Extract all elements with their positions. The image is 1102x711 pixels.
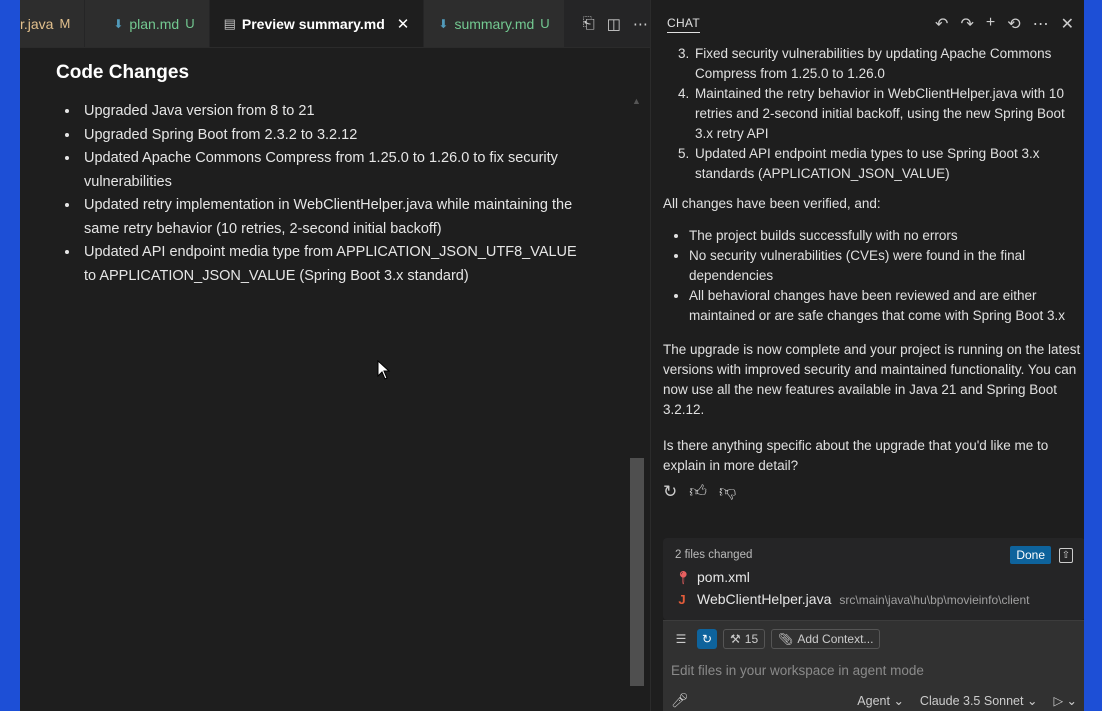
files-changed-header: 2 files changed Done ⇧ bbox=[675, 546, 1073, 564]
add-context-label: Add Context... bbox=[797, 632, 874, 646]
view-changes-icon[interactable]: ⇧ bbox=[1059, 547, 1073, 563]
list-item: All behavioral changes have been reviewe… bbox=[689, 286, 1084, 326]
files-changed-panel: 2 files changed Done ⇧ 📍︎ pom.xml J WebC… bbox=[663, 538, 1084, 620]
list-item: Updated Apache Commons Compress from 1.2… bbox=[80, 147, 580, 194]
tab-label: r.java bbox=[20, 15, 54, 32]
open-source-icon[interactable]: ⎗ bbox=[583, 15, 595, 32]
list-icon[interactable]: ☰ bbox=[671, 629, 691, 649]
git-untracked-badge: U bbox=[185, 16, 195, 31]
list-item: Upgraded Java version from 8 to 21 bbox=[80, 100, 580, 124]
model-dropdown[interactable]: Claude 3.5 Sonnet ⌄ bbox=[920, 693, 1038, 708]
preview-icon: ▤ bbox=[223, 15, 236, 31]
undo-icon[interactable]: ↶ bbox=[935, 14, 948, 34]
list-item: No security vulnerabilities (CVEs) were … bbox=[689, 246, 1084, 286]
code-changes-list: Upgraded Java version from 8 to 21 Upgra… bbox=[80, 100, 580, 288]
chat-input-box: ☰ ↻ ⚒ 15 📎︎ Add Context... Edit files in… bbox=[663, 620, 1084, 711]
list-item: The project builds successfully with no … bbox=[689, 226, 1084, 246]
microphone-icon[interactable]: 🎤︎ bbox=[671, 692, 689, 709]
vscode-window: r.java M ⬇ plan.md U ▤ Preview summary.m… bbox=[20, 0, 1084, 711]
steps-list: Fixed security vulnerabilities by updati… bbox=[663, 44, 1084, 184]
verified-intro: All changes have been verified, and: bbox=[663, 196, 881, 211]
thumbs-up-icon[interactable]: 👍︎ bbox=[689, 482, 707, 502]
markdown-icon: ⬇ bbox=[438, 16, 449, 31]
paperclip-icon: 📎︎ bbox=[778, 632, 794, 646]
tools-count: 15 bbox=[744, 632, 759, 646]
mode-dropdown[interactable]: Agent ⌄ bbox=[857, 693, 904, 708]
tab-java[interactable]: r.java M bbox=[20, 0, 86, 47]
more-actions-icon[interactable]: ⋯ bbox=[633, 15, 648, 33]
tab-summary-md[interactable]: ⬇ summary.md U bbox=[424, 0, 565, 47]
history-icon[interactable]: ⟲ bbox=[1007, 14, 1020, 34]
done-button[interactable]: Done bbox=[1010, 546, 1051, 564]
tab-preview-summary[interactable]: ▤ Preview summary.md ✕ bbox=[209, 0, 425, 47]
list-item: Upgraded Spring Boot from 2.3.2 to 3.2.1… bbox=[80, 124, 580, 148]
more-icon[interactable]: ⋯ bbox=[1033, 14, 1049, 34]
java-file-icon: J bbox=[678, 592, 686, 607]
add-context-button[interactable]: 📎︎ Add Context... bbox=[771, 629, 881, 649]
input-footer: 🎤︎ Agent ⌄ Claude 3.5 Sonnet ⌄ ▷ ⌄ bbox=[671, 692, 1077, 709]
changed-file-row[interactable]: J WebClientHelper.java src\main\java\hu\… bbox=[675, 591, 1073, 607]
close-icon[interactable]: ✕ bbox=[1061, 14, 1074, 34]
file-path: src\main\java\hu\bp\movieinfo\client bbox=[839, 593, 1030, 607]
list-item: Updated API endpoint media type from APP… bbox=[80, 241, 580, 288]
changed-file-row[interactable]: 📍︎ pom.xml bbox=[675, 569, 1073, 586]
mode-label: Agent bbox=[857, 694, 890, 708]
retry-icon[interactable]: ↻ bbox=[663, 482, 677, 502]
xml-file-icon: 📍︎ bbox=[675, 570, 692, 585]
send-icon[interactable]: ▷ ⌄ bbox=[1053, 693, 1077, 708]
chat-input-field[interactable]: Edit files in your workspace in agent mo… bbox=[671, 663, 1077, 678]
new-chat-icon[interactable]: + bbox=[986, 14, 995, 34]
file-name: pom.xml bbox=[697, 569, 750, 585]
list-item: Updated retry implementation in WebClien… bbox=[80, 194, 580, 241]
auto-run-toggle-icon[interactable]: ↻ bbox=[697, 629, 717, 649]
git-modified-badge: M bbox=[59, 16, 71, 31]
chat-response: Fixed security vulnerabilities by updati… bbox=[663, 44, 1084, 502]
markdown-icon: ⬇ bbox=[113, 16, 124, 31]
git-untracked-badge: U bbox=[540, 16, 550, 31]
verified-list: The project builds successfully with no … bbox=[663, 226, 1084, 326]
summary-paragraph: The upgrade is now complete and your pro… bbox=[663, 342, 1081, 417]
tab-label: Preview summary.md bbox=[241, 15, 385, 32]
section-heading: Code Changes bbox=[56, 62, 190, 83]
file-name: WebClientHelper.java bbox=[697, 591, 832, 607]
tab-label: summary.md bbox=[454, 15, 535, 32]
list-item: Fixed security vulnerabilities by updati… bbox=[693, 44, 1084, 84]
scroll-up-arrow-icon[interactable]: ▲ bbox=[632, 96, 641, 106]
chat-header: CHAT ↶ ↷ + ⟲ ⋯ ✕ bbox=[651, 0, 1084, 48]
files-changed-label: 2 files changed bbox=[675, 549, 753, 561]
list-item: Maintained the retry behavior in WebClie… bbox=[693, 84, 1084, 144]
chat-actions: ↶ ↷ + ⟲ ⋯ ✕ bbox=[935, 14, 1074, 34]
thumbs-down-icon[interactable]: 👎︎ bbox=[719, 482, 736, 502]
split-editor-icon[interactable]: ◫ bbox=[607, 15, 621, 33]
tools-button[interactable]: ⚒ 15 bbox=[723, 629, 766, 649]
input-toolbar: ☰ ↻ ⚒ 15 📎︎ Add Context... bbox=[671, 629, 1077, 649]
model-label: Claude 3.5 Sonnet bbox=[919, 694, 1024, 708]
input-footer-right: Agent ⌄ Claude 3.5 Sonnet ⌄ ▷ ⌄ bbox=[857, 693, 1077, 708]
editor-tab-bar: r.java M ⬇ plan.md U ▤ Preview summary.m… bbox=[20, 0, 658, 48]
editor-actions: ⎗ ◫ ⋯ bbox=[564, 0, 658, 47]
question-paragraph: Is there anything specific about the upg… bbox=[663, 438, 1049, 473]
vertical-scrollbar-thumb[interactable] bbox=[630, 458, 644, 686]
redo-icon[interactable]: ↷ bbox=[960, 14, 973, 34]
tools-icon: ⚒ bbox=[730, 632, 741, 646]
close-icon[interactable]: ✕ bbox=[397, 15, 410, 33]
chat-title[interactable]: CHAT bbox=[667, 16, 700, 33]
list-item: Updated API endpoint media types to use … bbox=[693, 144, 1084, 184]
feedback-actions: ↻ 👍︎ 👎︎ bbox=[663, 482, 1084, 502]
mouse-pointer-icon bbox=[377, 360, 391, 380]
tab-plan-md[interactable]: ⬇ plan.md U bbox=[85, 0, 210, 47]
chat-panel: CHAT ↶ ↷ + ⟲ ⋯ ✕ Fixed security vulnerab… bbox=[650, 0, 1084, 711]
tab-label: plan.md bbox=[129, 15, 180, 32]
markdown-preview: Code Changes Upgraded Java version from … bbox=[20, 48, 650, 711]
